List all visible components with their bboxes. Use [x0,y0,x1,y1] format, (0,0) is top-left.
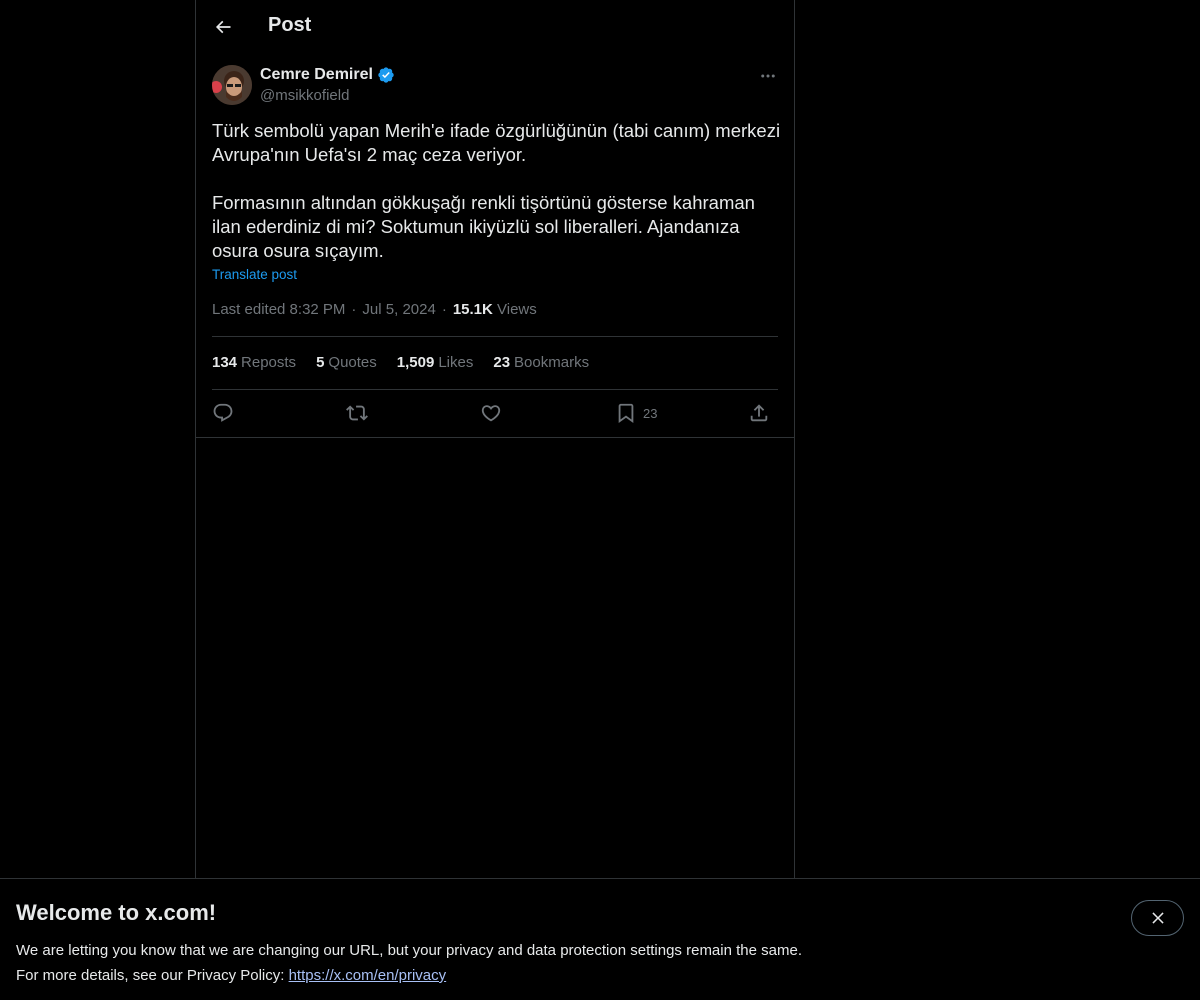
main-column: Post Cemre Demirel @msikkofield Türk sem… [195,0,795,1000]
author-handle[interactable]: @msikkofield [260,87,349,104]
divider [212,389,778,390]
post-date[interactable]: Jul 5, 2024 [362,301,435,318]
post-text: Türk sembolü yapan Merih'e ifade özgürlü… [212,120,781,261]
edited-label[interactable]: Last edited 8:32 PM [212,301,345,318]
banner-title: Welcome to x.com! [16,900,217,925]
like-button[interactable] [480,400,502,426]
url-change-banner: Welcome to x.com! We are letting you kno… [0,878,1200,1000]
divider [196,437,794,438]
repost-icon [346,405,368,421]
reposts-stat[interactable]: 134 Reposts [212,354,296,371]
repost-button[interactable] [346,400,368,426]
verified-badge-icon [377,66,395,84]
top-bar: Post [196,0,794,53]
banner-line-2: For more details, see our Privacy Policy… [16,967,289,984]
engagement-stats: 134 Reposts 5 Quotes 1,509 Likes 23 Bookmark… [212,354,589,371]
back-button[interactable] [206,10,240,44]
bookmarks-stat[interactable]: 23 Bookmarks [493,354,589,371]
close-icon [1151,912,1164,924]
author-name[interactable]: Cemre Demirel [260,66,395,84]
translate-post-link[interactable]: Translate post [212,267,297,282]
avatar[interactable] [212,65,252,105]
meta-separator: · [441,301,447,318]
views-label: Views [497,301,537,318]
banner-close-button[interactable] [1131,900,1184,936]
share-icon [750,404,768,422]
action-bar: 23 [212,400,778,428]
reply-button[interactable] [212,400,234,426]
like-icon [481,405,501,422]
reply-icon [213,403,233,422]
back-arrow-icon [215,20,231,34]
more-icon [761,74,775,78]
privacy-policy-link[interactable]: https://x.com/en/privacy [289,967,447,984]
banner-text: We are letting you know that we are chan… [16,938,802,988]
bookmark-count: 23 [643,405,658,421]
meta-separator: · [351,301,357,318]
page-title: Post [268,14,312,36]
post-meta: Last edited 8:32 PM · Jul 5, 2024 · 15.1… [212,301,537,318]
divider [212,336,778,337]
share-button[interactable] [748,400,770,426]
likes-stat[interactable]: 1,509 Likes [397,354,474,371]
more-options-button[interactable] [756,64,780,88]
quotes-stat[interactable]: 5 Quotes [316,354,377,371]
bookmark-icon [618,403,634,424]
views-count: 15.1K [452,301,493,318]
banner-line-1: We are letting you know that we are chan… [16,942,802,959]
author-name-text: Cemre Demirel [260,66,373,83]
bookmark-button[interactable]: 23 [615,400,657,426]
